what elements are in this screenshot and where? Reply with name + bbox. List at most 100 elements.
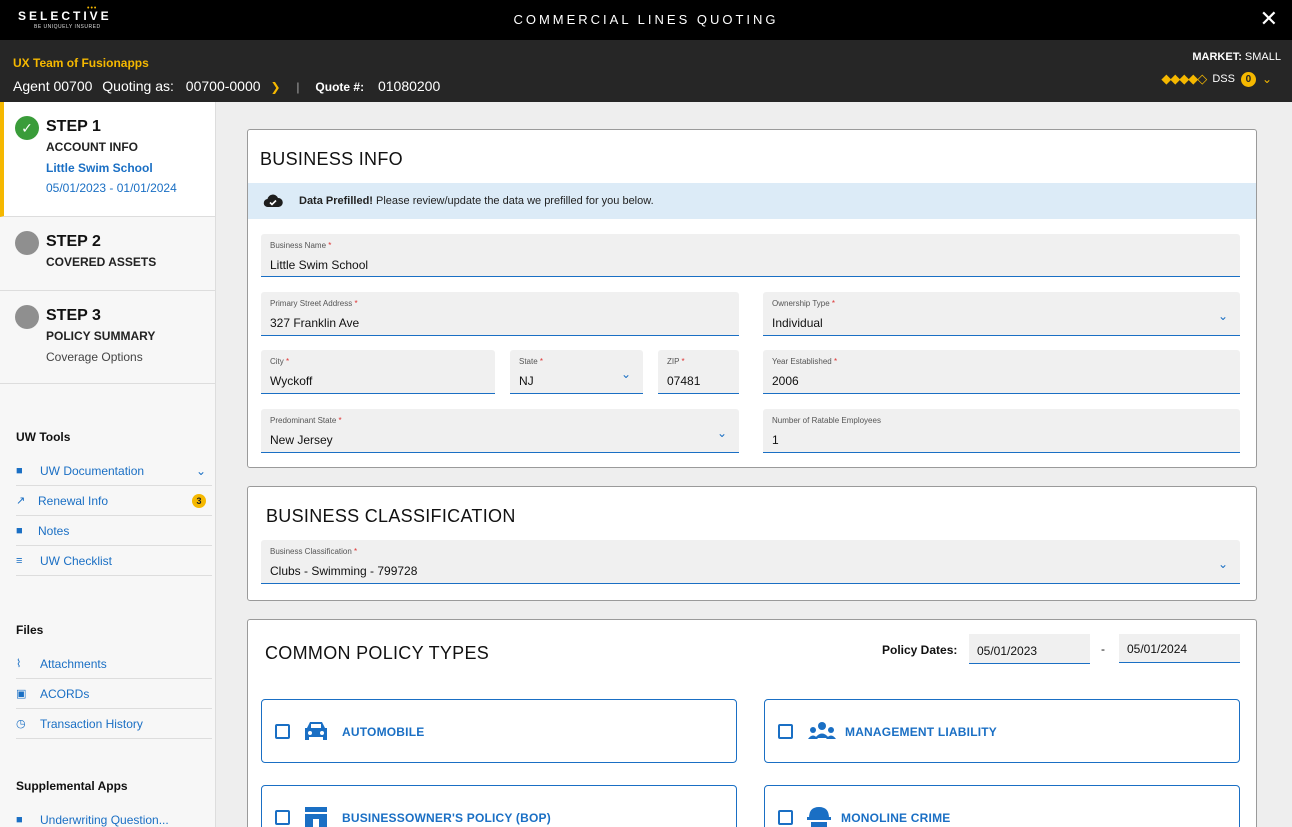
field-label: Business Name * — [270, 241, 332, 250]
supplemental-heading: Supplemental Apps — [16, 779, 128, 793]
zip-field[interactable]: ZIP * 07481 — [658, 350, 739, 394]
ratable-employees-field[interactable]: Number of Ratable Employees 1 — [763, 409, 1240, 453]
dss-indicator[interactable]: ◆◆◆◆◇ DSS 0 ⌄ — [1161, 71, 1272, 87]
quoting-as-label: Quoting as: — [102, 78, 174, 94]
rating-diamonds: ◆◆◆◆◇ — [1161, 71, 1207, 86]
app-title: COMMERCIAL LINES QUOTING — [513, 12, 779, 27]
field-value: New Jersey — [270, 433, 333, 447]
chevron-down-icon[interactable]: ⌄ — [196, 464, 206, 478]
date-separator: - — [1101, 642, 1105, 656]
agent-bar: UX Team of Fusionapps Agent 00700 Quotin… — [0, 40, 1292, 102]
sidebar-item-label: UW Checklist — [40, 553, 113, 568]
car-icon — [305, 722, 327, 740]
step-status-icon — [15, 305, 39, 329]
prefill-message: Data Prefilled! Please review/update the… — [299, 195, 654, 207]
policy-type-monoline-crime[interactable]: MONOLINE CRIME — [764, 785, 1240, 827]
policy-type-label: BUSINESSOWNER'S POLICY (BOP) — [342, 811, 551, 825]
chevron-down-icon[interactable]: ❯ — [270, 80, 280, 94]
year-established-field[interactable]: Year Established * 2006 — [763, 350, 1240, 394]
quoting-as-value[interactable]: 00700-0000 — [186, 78, 261, 94]
step-1[interactable]: ✓ STEP 1 ACCOUNT INFO Little Swim School… — [0, 102, 215, 217]
sidebar-item-underwriting-questions[interactable]: ■ Underwriting Question... — [16, 805, 212, 827]
prefill-text: Please review/update the data we prefill… — [372, 195, 654, 207]
sidebar-item-acords[interactable]: ▣ ACORDs — [16, 679, 212, 709]
state-select[interactable]: State * NJ ⌄ — [510, 350, 643, 394]
ownership-type-select[interactable]: Ownership Type * Individual ⌄ — [763, 292, 1240, 336]
step-2[interactable]: STEP 2 COVERED ASSETS — [0, 217, 215, 291]
step-title: STEP 3 — [46, 307, 101, 324]
business-info-title: BUSINESS INFO — [260, 149, 403, 169]
policy-type-label: MONOLINE CRIME — [841, 811, 951, 825]
field-value: NJ — [519, 374, 534, 388]
close-icon[interactable]: ✕ — [1260, 7, 1278, 31]
field-label: City * — [270, 357, 290, 366]
paperclip-icon: ⌇ — [16, 658, 22, 670]
business-name-field[interactable]: Business Name * Little Swim School — [261, 234, 1240, 277]
sidebar-item-label: ACORDs — [40, 686, 90, 701]
sidebar-item-uw-documentation[interactable]: ■ UW Documentation ⌄ — [16, 456, 212, 486]
check-icon: ✓ — [15, 116, 39, 140]
predominant-state-select[interactable]: Predominant State * New Jersey ⌄ — [261, 409, 739, 453]
field-label: ZIP * — [667, 357, 685, 366]
quote-label: Quote #: — [315, 80, 365, 94]
city-field[interactable]: City * Wyckoff — [261, 350, 495, 394]
step-subtitle: COVERED ASSETS — [46, 255, 157, 269]
street-address-field[interactable]: Primary Street Address * 327 Franklin Av… — [261, 292, 739, 336]
sidebar-item-label: Transaction History — [40, 716, 143, 731]
policy-types-card: COMMON POLICY TYPES Policy Dates: 05/01/… — [247, 619, 1257, 827]
field-label: Primary Street Address * — [270, 299, 358, 308]
agent-line: Agent 00700 Quoting as: 00700-0000 ❯ | Q… — [13, 78, 440, 94]
account-link[interactable]: Little Swim School — [46, 161, 215, 175]
sidebar-item-label: Notes — [38, 523, 70, 538]
chevron-down-icon[interactable]: ⌄ — [621, 367, 631, 381]
checkbox[interactable] — [275, 810, 290, 825]
notes-icon: ■ — [16, 524, 23, 537]
business-classification-select[interactable]: Business Classification * Clubs - Swimmi… — [261, 540, 1240, 584]
market-label: MARKET: — [1192, 51, 1242, 63]
policy-type-bop[interactable]: BUSINESSOWNER'S POLICY (BOP) — [261, 785, 737, 827]
sidebar-item-notes[interactable]: ■ Notes — [16, 516, 212, 546]
sidebar-item-label: Renewal Info — [38, 493, 109, 508]
chevron-down-icon[interactable]: ⌄ — [1218, 309, 1228, 323]
sidebar-item-transaction-history[interactable]: ◷ Transaction History — [16, 709, 212, 739]
files-heading: Files — [16, 623, 44, 637]
policy-type-automobile[interactable]: AUTOMOBILE — [261, 699, 737, 763]
store-icon — [305, 807, 327, 827]
field-value: 327 Franklin Ave — [270, 316, 360, 330]
step-subtitle: POLICY SUMMARY — [46, 329, 156, 343]
policy-end-date-input[interactable]: 05/01/2024 — [1119, 634, 1240, 663]
supplemental-section: Supplemental Apps ■ Underwriting Questio… — [16, 779, 212, 827]
policy-type-management-liability[interactable]: MANAGEMENT LIABILITY — [764, 699, 1240, 763]
chevron-down-icon[interactable]: ⌄ — [717, 426, 727, 440]
sidebar-item-renewal-info[interactable]: ↗ Renewal Info 3 — [16, 486, 212, 516]
policy-start-date-input[interactable]: 05/01/2023 — [969, 634, 1090, 664]
dss-count-badge: 0 — [1240, 71, 1256, 87]
sidebar-item-label: Attachments — [40, 656, 107, 671]
sidebar-item-uw-checklist[interactable]: ≡ UW Checklist — [16, 546, 212, 576]
step-status-icon — [15, 231, 39, 255]
field-label: Number of Ratable Employees — [772, 416, 881, 425]
acord-icon: ▣ — [16, 688, 27, 700]
divider: | — [296, 80, 300, 94]
coverage-options-link[interactable]: Coverage Options — [46, 350, 215, 364]
file-icon: ■ — [16, 814, 23, 826]
policy-type-label: AUTOMOBILE — [342, 725, 425, 739]
sidebar: ✓ STEP 1 ACCOUNT INFO Little Swim School… — [0, 102, 216, 827]
chevron-down-icon[interactable]: ⌄ — [1218, 557, 1228, 571]
field-value: Individual — [772, 316, 823, 330]
policy-dates-label: Policy Dates: — [882, 643, 958, 657]
files-section: Files ⌇ Attachments ▣ ACORDs ◷ Transacti… — [16, 623, 212, 739]
checklist-icon: ≡ — [16, 554, 23, 567]
dss-label: DSS — [1212, 73, 1235, 85]
checkbox[interactable] — [778, 724, 793, 739]
account-dates: 05/01/2023 - 01/01/2024 — [46, 181, 177, 195]
sidebar-item-attachments[interactable]: ⌇ Attachments — [16, 649, 212, 679]
field-label: Year Established * — [772, 357, 838, 366]
checkbox[interactable] — [778, 810, 793, 825]
field-label: Ownership Type * — [772, 299, 836, 308]
step-3[interactable]: STEP 3 POLICY SUMMARY Coverage Options — [0, 291, 215, 384]
field-label: Predominant State * — [270, 416, 342, 425]
checkbox[interactable] — [275, 724, 290, 739]
chevron-down-icon[interactable]: ⌄ — [1262, 72, 1272, 86]
prefill-bold: Data Prefilled! — [299, 195, 373, 207]
